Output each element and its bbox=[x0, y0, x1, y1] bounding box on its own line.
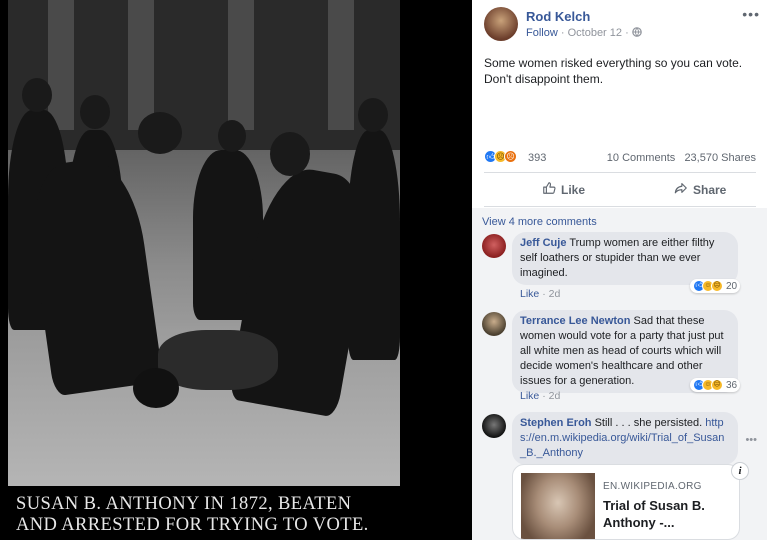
comment-reactions[interactable]: 👍︎ ☺ ☹ 20 bbox=[690, 279, 741, 293]
caption-line-2: and arrested for trying to vote. bbox=[16, 515, 369, 535]
info-icon[interactable]: i bbox=[731, 462, 749, 480]
globe-icon bbox=[632, 27, 642, 39]
thumbs-up-icon bbox=[542, 181, 556, 198]
historical-photo[interactable] bbox=[8, 0, 400, 486]
shares-count[interactable]: 23,570 Shares bbox=[684, 152, 756, 164]
link-title: Trial of Susan B. Anthony -... bbox=[603, 498, 705, 530]
comment-text: Still . . . she persisted. bbox=[594, 417, 703, 429]
comment-reaction-count: 20 bbox=[726, 280, 738, 292]
comment-like-link[interactable]: Like bbox=[520, 288, 539, 300]
post-date[interactable]: October 12 bbox=[568, 27, 622, 39]
link-thumbnail bbox=[521, 473, 595, 539]
meta-separator-2: · bbox=[625, 27, 632, 39]
actions-divider bbox=[484, 206, 756, 207]
commenter-name[interactable]: Terrance Lee Newton bbox=[520, 315, 630, 327]
comments-shares: 10 Comments 23,570 Shares bbox=[607, 152, 756, 164]
like-button[interactable]: Like bbox=[542, 181, 585, 198]
comment-item: Jeff Cuje Trump women are either filthy … bbox=[482, 232, 762, 302]
photo-panel: Susan B. Anthony in 1872, beaten and arr… bbox=[0, 0, 472, 540]
reaction-count[interactable]: 393 bbox=[528, 152, 546, 164]
reaction-icons[interactable]: 👍︎ ☹ ☹ bbox=[484, 150, 517, 163]
comment-like-link[interactable]: Like bbox=[520, 390, 539, 402]
commenter-name[interactable]: Stephen Eroh bbox=[520, 417, 592, 429]
post-text-line-2: Don't disappoint them. bbox=[484, 72, 604, 86]
comment-time[interactable]: 2d bbox=[549, 390, 561, 402]
post-text-line-1: Some women risked everything so you can … bbox=[484, 56, 743, 70]
commenter-avatar[interactable] bbox=[482, 312, 506, 336]
meta-separator: · bbox=[560, 27, 568, 39]
comment-footer: Like · 2d bbox=[520, 390, 560, 402]
photo-caption: Susan B. Anthony in 1872, beaten and arr… bbox=[8, 490, 400, 540]
comment-item: Terrance Lee Newton Sad that these women… bbox=[482, 310, 762, 410]
comment-reaction-count: 36 bbox=[726, 379, 738, 391]
post-meta: Follow · October 12 · bbox=[526, 27, 642, 39]
comments-count[interactable]: 10 Comments bbox=[607, 152, 675, 164]
commenter-avatar[interactable] bbox=[482, 234, 506, 258]
like-label: Like bbox=[561, 182, 586, 197]
commenter-avatar[interactable] bbox=[482, 414, 506, 438]
follow-link[interactable]: Follow bbox=[526, 27, 558, 39]
comment-item: Stephen Eroh Still . . . she persisted. … bbox=[482, 412, 762, 465]
post-text: Some women risked everything so you can … bbox=[484, 55, 756, 87]
post-header: Rod Kelch Follow · October 12 · ••• bbox=[480, 4, 760, 44]
share-label: Share bbox=[693, 182, 727, 197]
share-button[interactable]: Share bbox=[674, 181, 726, 198]
caption-line-1: Susan B. Anthony in 1872, beaten bbox=[16, 494, 352, 514]
comment-time[interactable]: 2d bbox=[549, 288, 561, 300]
comment-footer: Like · 2d bbox=[520, 288, 560, 300]
commenter-name[interactable]: Jeff Cuje bbox=[520, 237, 566, 249]
post-actions: Like Share bbox=[484, 176, 756, 204]
more-options-icon[interactable]: ••• bbox=[742, 6, 760, 22]
author-name[interactable]: Rod Kelch bbox=[526, 9, 590, 24]
comment-bubble: Stephen Eroh Still . . . she persisted. … bbox=[512, 412, 738, 465]
sad-reaction-icon: ☹ bbox=[711, 280, 723, 292]
comment-reactions[interactable]: 👍︎ ☺ ☹ 36 bbox=[690, 378, 741, 392]
comment-options-icon[interactable]: ••• bbox=[745, 434, 757, 446]
link-domain: EN.WIKIPEDIA.ORG bbox=[603, 481, 702, 492]
stats-divider bbox=[484, 172, 756, 173]
sad-reaction-icon: ☹ bbox=[711, 379, 723, 391]
post-panel: Rod Kelch Follow · October 12 · ••• Some… bbox=[472, 0, 767, 540]
view-more-comments-link[interactable]: View 4 more comments bbox=[482, 216, 597, 228]
comment-bubble: Jeff Cuje Trump women are either filthy … bbox=[512, 232, 738, 285]
link-preview-card[interactable]: EN.WIKIPEDIA.ORG Trial of Susan B. Antho… bbox=[512, 464, 740, 540]
angry-reaction-icon: ☹ bbox=[504, 150, 517, 163]
post-stats: 👍︎ ☹ ☹ 393 10 Comments 23,570 Shares bbox=[484, 150, 756, 166]
share-arrow-icon bbox=[674, 181, 688, 198]
author-avatar[interactable] bbox=[484, 7, 518, 41]
